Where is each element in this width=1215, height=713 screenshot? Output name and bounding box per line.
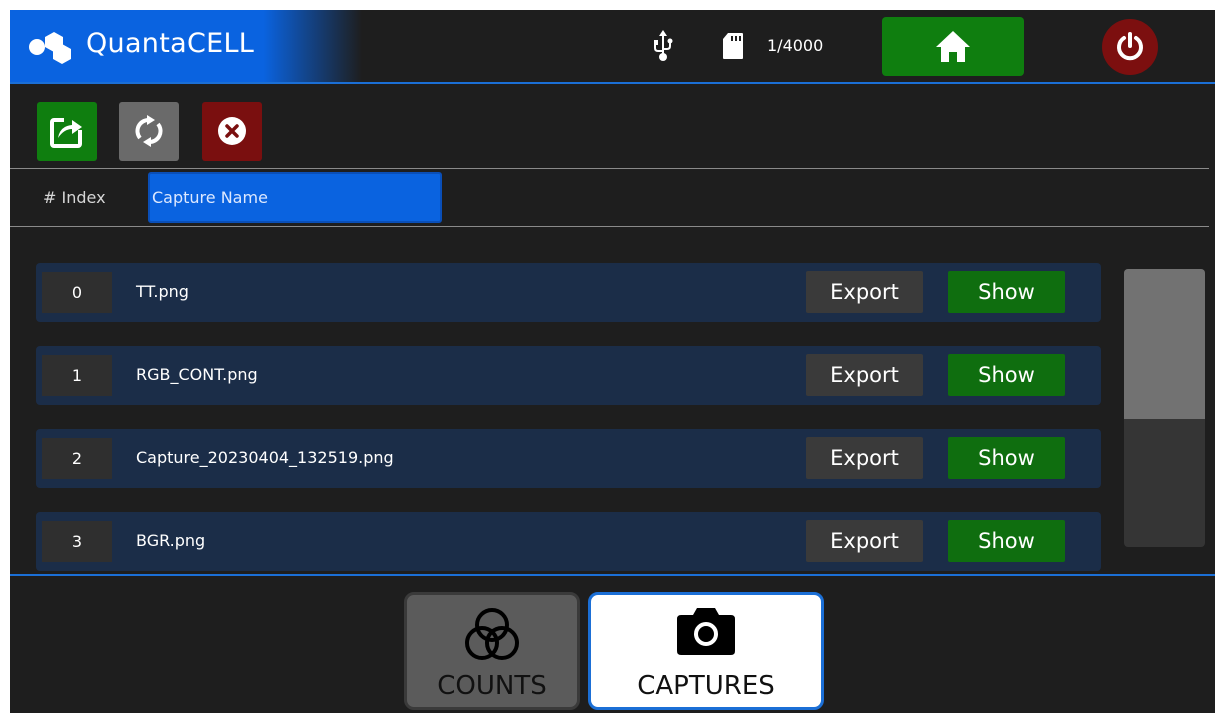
row-index: 0 — [42, 272, 112, 313]
captures-list[interactable]: 0 TT.png Export Show 1 RGB_CONT.png Expo… — [36, 263, 1101, 575]
top-bar: QuantaCELL 1/4000 — [10, 10, 1215, 84]
home-button[interactable] — [882, 17, 1024, 76]
bottom-divider — [10, 574, 1215, 576]
export-button[interactable]: Export — [806, 354, 923, 396]
tab-counts[interactable]: COUNTS — [404, 592, 580, 710]
row-capture-name: BGR.png — [136, 531, 206, 550]
capture-counter: 1/4000 — [767, 36, 824, 55]
export-button[interactable]: Export — [806, 520, 923, 562]
app-title: QuantaCELL — [86, 28, 255, 59]
tab-captures[interactable]: CAPTURES — [588, 592, 824, 710]
power-icon — [1117, 32, 1143, 61]
export-button[interactable]: Export — [806, 437, 923, 479]
export-all-button[interactable] — [37, 102, 97, 161]
divider — [10, 168, 1209, 169]
divider — [10, 226, 1209, 227]
device-screen: QuantaCELL 1/4000 # Index Capture Name 0… — [10, 10, 1215, 713]
show-button[interactable]: Show — [948, 354, 1065, 396]
export-button[interactable]: Export — [806, 271, 923, 313]
sd-card-icon — [723, 33, 743, 59]
row-index: 2 — [42, 438, 112, 479]
brand-area: QuantaCELL — [10, 10, 362, 82]
row-capture-name: RGB_CONT.png — [136, 365, 258, 384]
tab-label: CAPTURES — [637, 671, 775, 701]
show-button[interactable]: Show — [948, 520, 1065, 562]
power-button[interactable] — [1102, 19, 1158, 75]
refresh-button[interactable] — [119, 102, 179, 161]
scrollbar-thumb[interactable] — [1124, 269, 1205, 419]
row-index: 3 — [42, 521, 112, 562]
show-button[interactable]: Show — [948, 271, 1065, 313]
row-capture-name: TT.png — [136, 282, 189, 301]
index-column-header: # Index — [43, 188, 106, 207]
show-button[interactable]: Show — [948, 437, 1065, 479]
tab-label: COUNTS — [437, 671, 547, 701]
list-item[interactable]: 0 TT.png Export Show — [36, 263, 1101, 322]
capture-name-column-header[interactable]: Capture Name — [148, 172, 442, 223]
refresh-icon — [135, 115, 163, 147]
delete-icon — [218, 117, 246, 145]
row-capture-name: Capture_20230404_132519.png — [136, 448, 394, 467]
row-index: 1 — [42, 355, 112, 396]
list-item[interactable]: 3 BGR.png Export Show — [36, 512, 1101, 571]
home-icon — [936, 31, 970, 62]
list-item[interactable]: 2 Capture_20230404_132519.png Export Sho… — [36, 429, 1101, 488]
delete-button[interactable] — [202, 102, 262, 161]
usb-icon — [654, 30, 673, 61]
list-item[interactable]: 1 RGB_CONT.png Export Show — [36, 346, 1101, 405]
camera-icon — [677, 608, 735, 655]
quantacell-logo-icon — [29, 32, 71, 64]
list-scrollbar[interactable] — [1124, 269, 1205, 547]
share-export-icon — [50, 114, 84, 148]
overlapping-circles-icon — [465, 608, 519, 660]
app-root: QuantaCELL 1/4000 # Index Capture Name 0… — [0, 0, 1215, 713]
